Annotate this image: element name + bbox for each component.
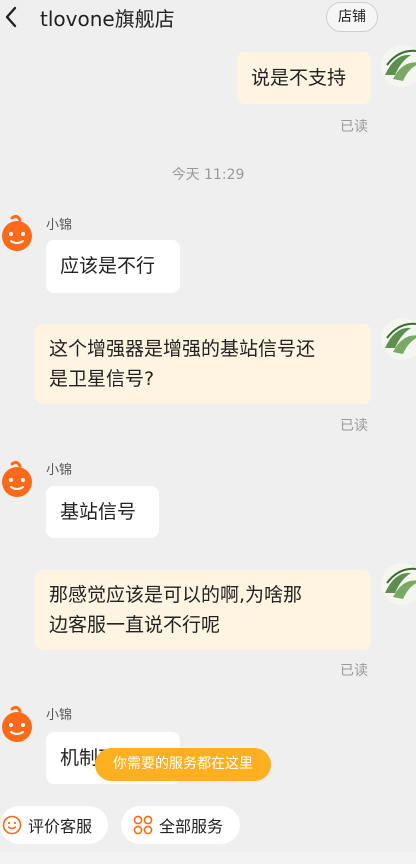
read-receipt: 已读 [340,663,368,679]
back-chevron-icon[interactable] [0,6,22,32]
user-avatar[interactable] [381,318,416,360]
message-bubble-me[interactable]: 这个增强器是增强的基站信号还 是卫星信号? [35,324,371,404]
shop-button[interactable]: 店铺 [326,2,378,32]
message-bubble-me[interactable]: 那感觉应该是可以的啊,为啥那 边客服一直说不行呢 [35,570,371,650]
all-services-button[interactable]: 全部服务 [121,806,240,844]
read-receipt: 已读 [340,119,368,135]
service-tooltip[interactable]: 你需要的服务都在这里 [95,748,271,781]
message-bubble-bot[interactable]: 基站信号 [46,486,159,538]
bot-avatar-icon[interactable] [0,460,34,500]
rate-service-label: 评价客服 [28,817,93,836]
all-services-label: 全部服务 [159,817,224,836]
input-bar [0,852,416,864]
sender-name: 小锦 [46,463,73,478]
read-receipt: 已读 [340,418,368,434]
rate-service-button[interactable]: 评价客服 [0,806,108,844]
chat-header: tlovone旗舰店 店铺 [0,0,416,40]
bot-avatar-icon[interactable] [0,705,34,745]
user-avatar[interactable] [381,563,416,605]
bot-avatar-icon[interactable] [0,214,34,254]
grid-icon [133,815,153,835]
message-bubble-me[interactable]: 说是不支持 [237,52,371,104]
message-line: 这个增强器是增强的基站信号还 [49,338,316,360]
shop-title: tlovone旗舰店 [40,7,175,31]
message-line: 边客服一直说不行呢 [49,614,221,636]
message-bubble-bot[interactable]: 应该是不行 [46,240,180,293]
message-line: 那感觉应该是可以的啊,为啥那 [49,584,303,606]
user-avatar[interactable] [381,45,416,87]
sender-name: 小锦 [46,708,73,723]
smile-icon [2,815,22,835]
sender-name: 小锦 [46,218,73,233]
timestamp: 今天 11:29 [171,167,245,183]
message-line: 是卫星信号? [49,368,155,390]
